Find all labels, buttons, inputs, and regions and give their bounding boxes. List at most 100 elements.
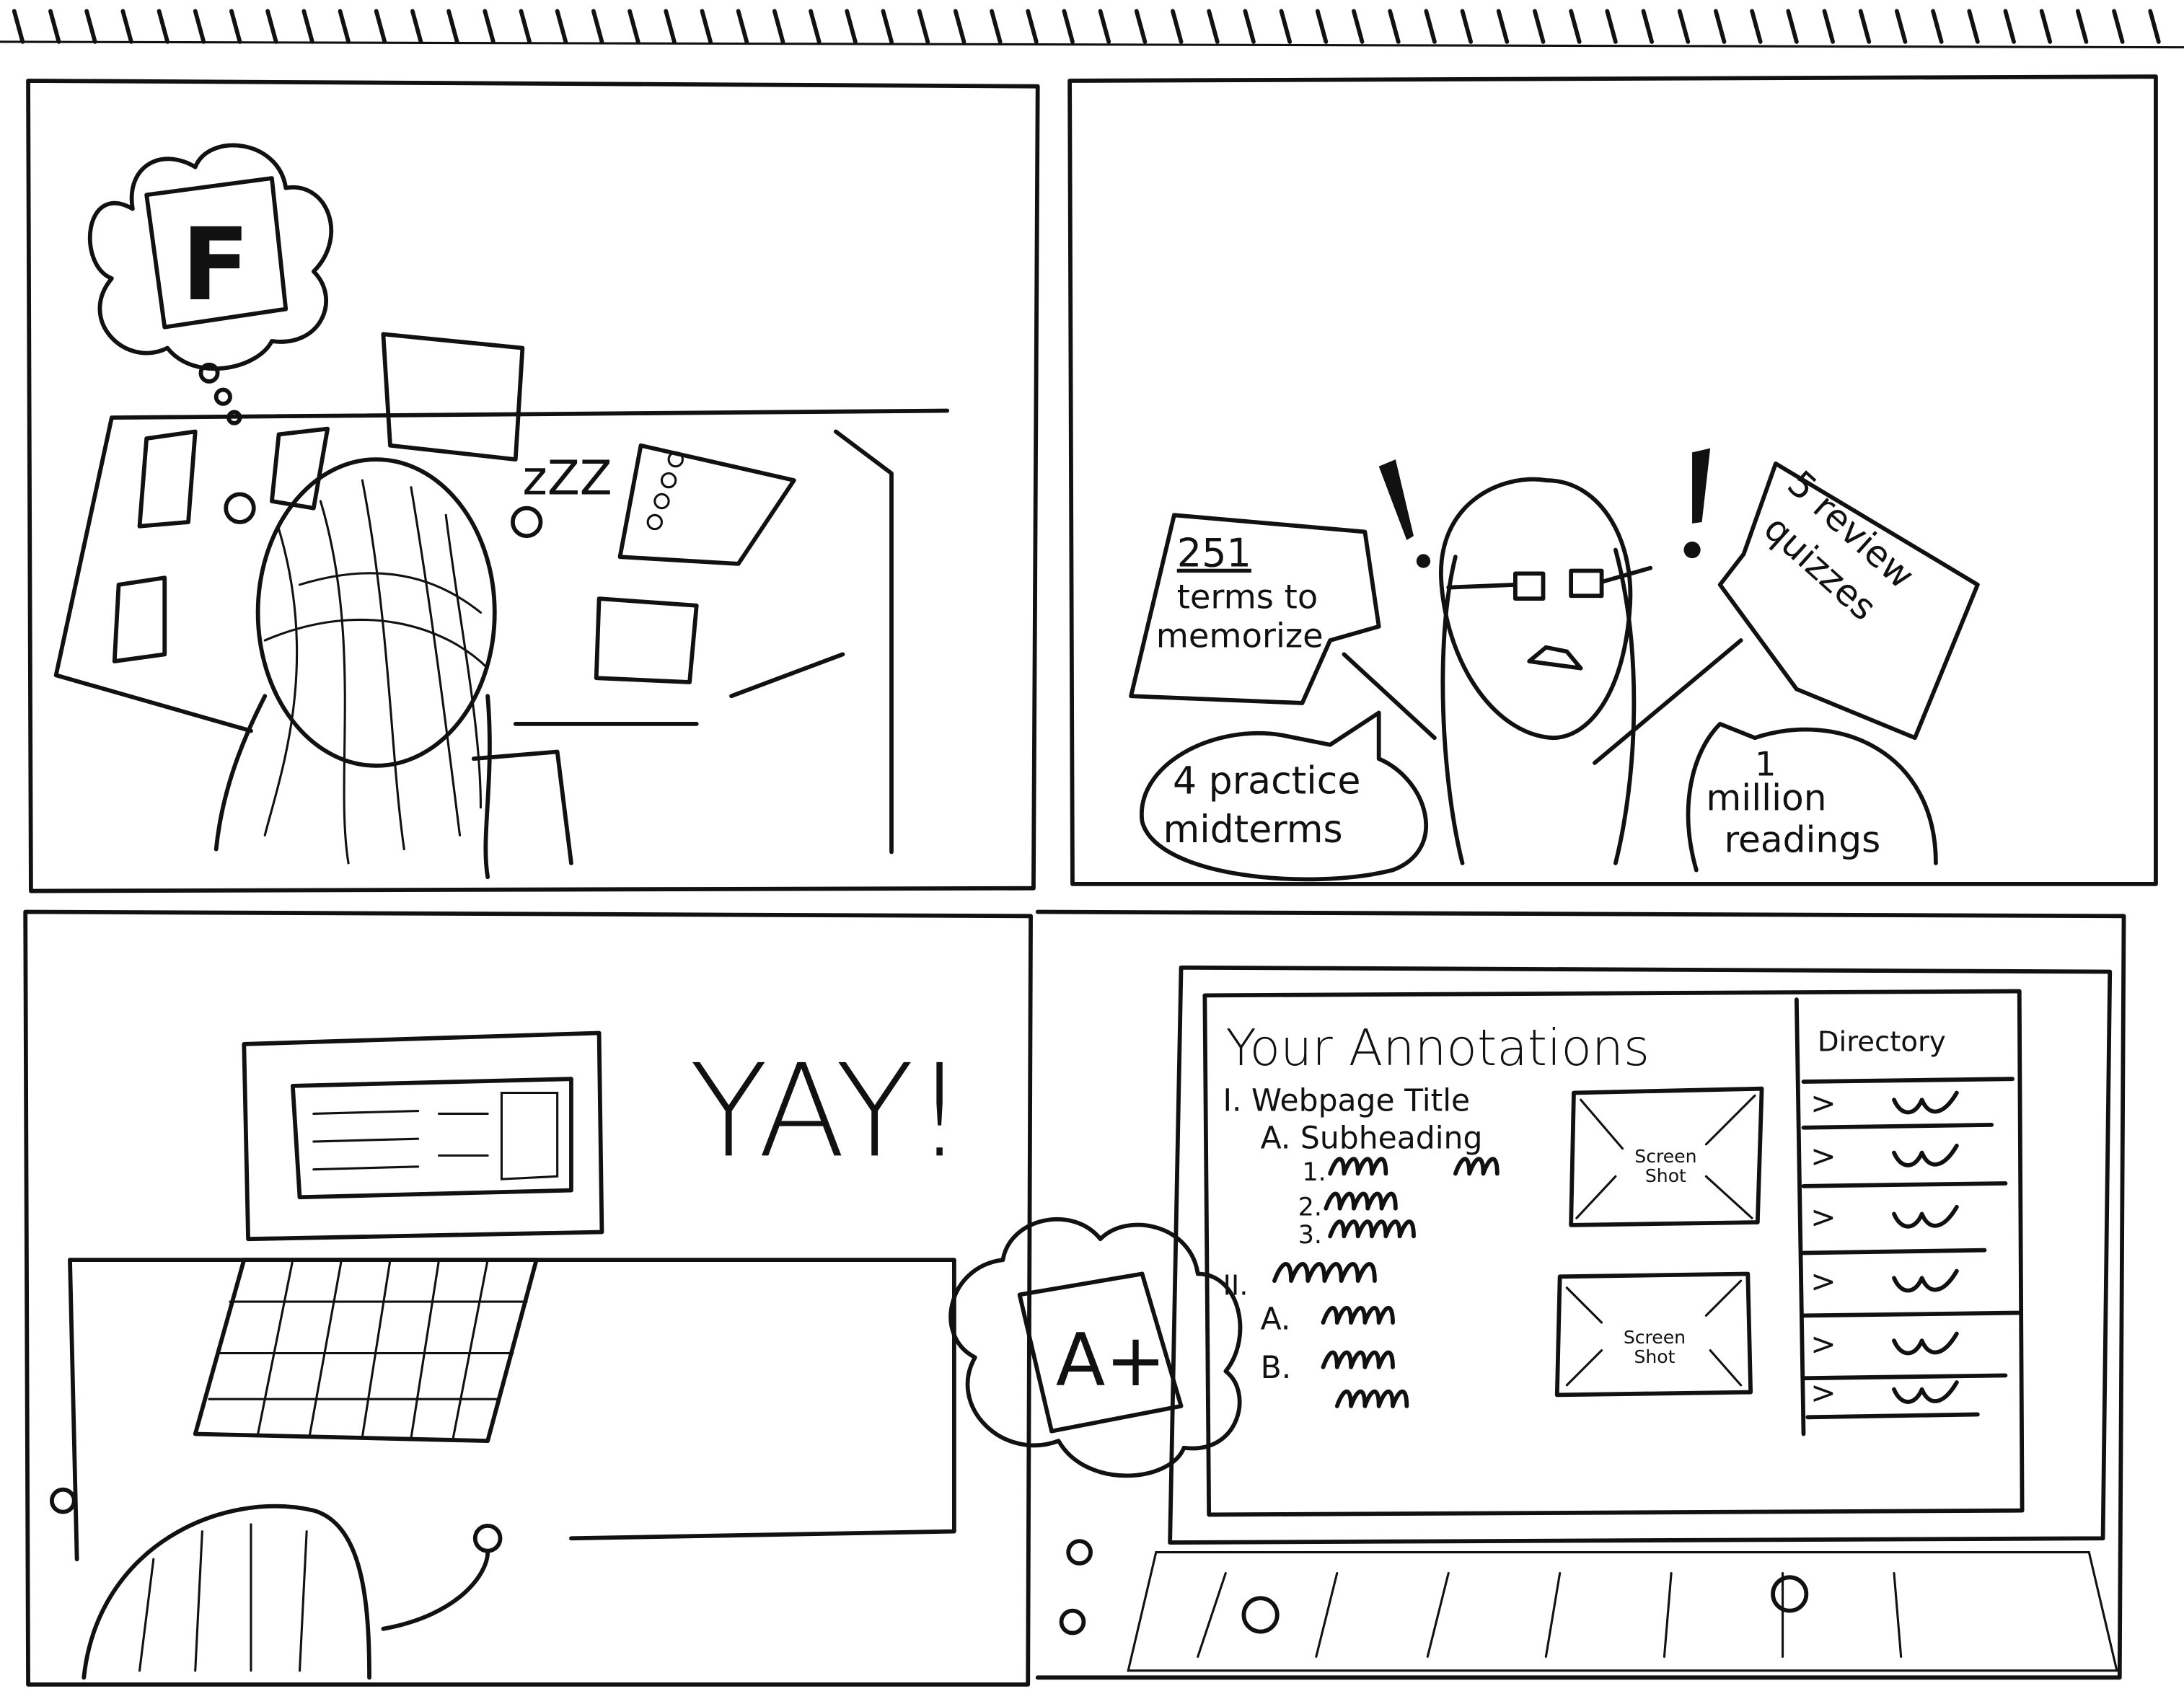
- terms-line2: memorize: [1156, 617, 1324, 655]
- speech-bubble-midterms: 4 practice midterms: [1140, 710, 1428, 882]
- spiral-tick: [193, 9, 206, 44]
- spiral-tick: [446, 9, 459, 44]
- thought-bubble-top-grade: A+: [948, 1217, 1243, 1478]
- terms-count: 251: [1177, 531, 1251, 576]
- spiral-tick: [628, 9, 640, 44]
- spiral-tick: [1858, 9, 1872, 44]
- spiral-tick: [12, 9, 25, 44]
- spiral-tick: [1098, 9, 1111, 44]
- speech-bubble-readings: 1 million readings: [1686, 721, 1938, 873]
- keyboard-sketch: [1059, 1539, 2118, 1672]
- panel-yay-planner: YAY!: [23, 909, 1033, 1687]
- readings-line1: million: [1706, 777, 1826, 819]
- chevron-right-icon: >: [1810, 1086, 1836, 1121]
- spiral-tick: [2075, 9, 2089, 44]
- directory-item[interactable]: >: [1810, 1327, 1959, 1362]
- spiral-tick: [1352, 9, 1365, 44]
- spiral-tick: [1171, 9, 1184, 44]
- spiral-tick: [374, 9, 387, 44]
- chevron-right-icon: >: [1810, 1265, 1836, 1300]
- outline-item[interactable]: I. Webpage Title: [1223, 1084, 1470, 1119]
- spiral-tick: [1315, 9, 1329, 44]
- readings-line2: readings: [1724, 818, 1880, 861]
- directory-item[interactable]: >: [1810, 1265, 1959, 1300]
- directory-title: Directory: [1818, 1026, 1946, 1059]
- spiral-tick: [1677, 9, 1691, 44]
- spiral-tick: [664, 9, 677, 44]
- chevron-right-icon: >: [1810, 1376, 1836, 1411]
- spiral-tick: [483, 9, 496, 44]
- midterms-line2: midterms: [1163, 808, 1342, 852]
- screenshot-placeholder[interactable]: Screen Shot: [1569, 1086, 1764, 1227]
- speech-bubble-terms: 251 terms to memorize: [1129, 513, 1381, 705]
- spiral-tick: [1713, 9, 1727, 44]
- chevron-right-icon: >: [1810, 1327, 1836, 1362]
- panel-studying-asleep: F zZZ: [26, 79, 1040, 893]
- spiral-tick: [1931, 9, 1944, 44]
- spiral-tick: [1062, 9, 1075, 44]
- spiral-tick: [591, 9, 604, 44]
- spiral-tick: [1750, 9, 1763, 44]
- spiral-tick: [301, 9, 314, 44]
- directory-item-scribble: [1892, 1143, 1959, 1167]
- panel-annotations-app: Your Annotations I. Webpage Title A. Sub…: [948, 909, 2126, 1680]
- spiral-tick: [338, 9, 351, 44]
- outline-item[interactable]: A. Subheading: [1261, 1121, 1483, 1157]
- midterms-line1: 4 practice: [1173, 759, 1360, 803]
- directory-item[interactable]: >: [1810, 1376, 1959, 1411]
- directory-item[interactable]: >: [1810, 1086, 1959, 1121]
- exclamation-text: !: [0, 0, 1, 1]
- spiral-tick: [2039, 9, 2053, 44]
- spiral-tick: [84, 9, 97, 44]
- directory-item-scribble: [1892, 1090, 1959, 1115]
- spiral-tick: [157, 9, 170, 44]
- spiral-tick: [772, 9, 785, 44]
- spiral-tick: [1134, 9, 1148, 44]
- spiral-tick: [555, 9, 568, 44]
- directory-item-scribble: [1892, 1268, 1959, 1293]
- annotation-outline: I. Webpage Title A. Subheading 1. 2. 3. …: [1223, 1084, 1500, 1408]
- spiral-tick: [990, 9, 1003, 44]
- outline-item[interactable]: 1.: [1303, 1158, 1326, 1187]
- spiral-tick: [2003, 9, 2016, 44]
- grade-f: F: [181, 206, 250, 323]
- storyboard-sketch: F zZZ ! ! 251 terms to memorize 4 practi…: [0, 0, 2184, 1687]
- spiral-tick: [1496, 9, 1510, 44]
- spiral-tick: [229, 9, 242, 44]
- notebook-spiral-icon: [646, 451, 684, 531]
- spiral-tick: [1424, 9, 1437, 44]
- spiral-tick: [736, 9, 749, 44]
- spiral-tick: [845, 9, 858, 44]
- directory-item[interactable]: >: [1810, 1201, 1959, 1236]
- spiral-tick: [881, 9, 894, 44]
- outline-item[interactable]: B.: [1261, 1351, 1292, 1386]
- spiral-tick: [1243, 9, 1256, 44]
- student-head-asleep: [213, 457, 497, 880]
- spiral-tick: [1605, 9, 1618, 44]
- student-head-happy: [49, 1487, 503, 1680]
- screenshot-label: Screen Shot: [1634, 1146, 1696, 1186]
- outline-item[interactable]: 2.: [1298, 1193, 1322, 1222]
- desk-scene: [53, 332, 950, 865]
- spiral-tick: [410, 9, 423, 44]
- screenshot-label: Screen Shot: [1624, 1327, 1686, 1367]
- directory-item-scribble: [1892, 1204, 1959, 1229]
- spiral-tick: [2148, 9, 2161, 44]
- spiral-tick: [1967, 9, 1980, 44]
- outline-item[interactable]: A.: [1261, 1302, 1291, 1338]
- keyboard-grid: [193, 1258, 539, 1444]
- student-worried: [1342, 477, 1743, 865]
- spiral-tick: [1279, 9, 1293, 44]
- spiral-tick: [700, 9, 713, 44]
- chevron-right-icon: >: [1810, 1201, 1836, 1236]
- spiral-tick: [1460, 9, 1474, 44]
- spiral-tick: [265, 9, 278, 44]
- directory-item-scribble: [1892, 1380, 1959, 1404]
- outline-item[interactable]: 3.: [1298, 1221, 1322, 1250]
- directory-item-scribble: [1892, 1331, 1959, 1356]
- screenshot-placeholder[interactable]: Screen Shot: [1554, 1271, 1753, 1398]
- directory-item[interactable]: >: [1810, 1139, 1959, 1175]
- spiral-tick: [1822, 9, 1835, 44]
- yay-exclamation: YAY!: [690, 1036, 965, 1186]
- spiral-tick: [917, 9, 930, 44]
